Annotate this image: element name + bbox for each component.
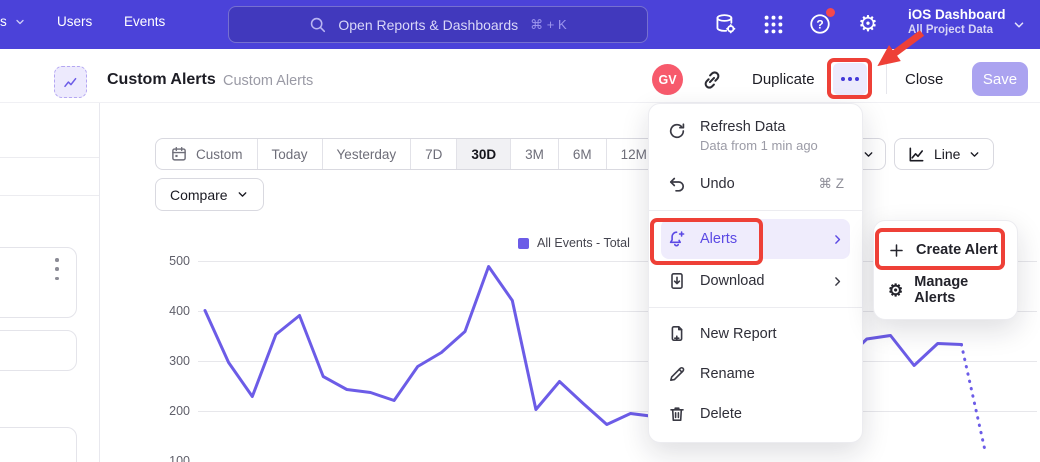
- sidebar-row-divider: [0, 195, 99, 196]
- search-icon: [309, 16, 326, 33]
- data-gear-icon[interactable]: [711, 10, 739, 38]
- gear-icon: ⚙: [888, 282, 903, 299]
- submenu-item-label: Create Alert: [916, 242, 998, 258]
- menu-item-label: Rename: [700, 366, 755, 382]
- menu-item-delete[interactable]: Delete: [649, 394, 862, 434]
- menu-item-label: Alerts: [700, 231, 737, 247]
- avatar[interactable]: GV: [652, 64, 683, 95]
- menu-divider: [649, 210, 862, 211]
- refresh-status-text: Data from 1 min ago: [700, 138, 818, 153]
- menu-item-new-report[interactable]: New Report: [649, 314, 862, 354]
- apps-grid-icon[interactable]: [759, 10, 787, 38]
- submenu-item-label: Manage Alerts: [914, 274, 1003, 306]
- link-icon: [700, 68, 724, 92]
- chevron-down-icon: [14, 16, 26, 28]
- sidebar-row-divider: [0, 157, 99, 158]
- chevron-down-icon: [1012, 18, 1026, 32]
- project-scope: All Project Data: [908, 24, 1006, 36]
- submenu-item-manage-alerts[interactable]: ⚙ Manage Alerts: [874, 270, 1017, 310]
- save-button[interactable]: Save: [972, 62, 1028, 96]
- search-input[interactable]: Open Reports & Dashboards ⌘ + K: [228, 6, 648, 43]
- menu-item-alerts[interactable]: Alerts: [649, 217, 862, 261]
- more-options-button[interactable]: [833, 63, 867, 95]
- help-icon[interactable]: ?: [806, 10, 834, 38]
- chevron-right-icon: [831, 275, 844, 288]
- menu-item-label: Download: [700, 273, 765, 289]
- kebab-menu-icon[interactable]: [50, 258, 64, 280]
- download-icon: [667, 271, 687, 291]
- nav-item-events[interactable]: Events: [124, 14, 165, 29]
- sidebar-card[interactable]: [0, 247, 77, 318]
- settings-gear-icon[interactable]: ⚙: [854, 10, 882, 38]
- pencil-icon: [667, 364, 687, 384]
- chevron-right-icon: [831, 233, 844, 246]
- notification-dot: [826, 8, 835, 17]
- menu-item-undo[interactable]: Undo ⌘ Z: [649, 164, 862, 204]
- page-title: Custom Alerts: [107, 71, 216, 89]
- submenu-item-create-alert[interactable]: Create Alert: [874, 230, 1017, 270]
- project-switcher[interactable]: iOS Dashboard All Project Data: [908, 7, 1006, 36]
- search-shortcut: ⌘ + K: [530, 17, 567, 33]
- bell-plus-icon: [667, 229, 687, 249]
- document-plus-icon: [667, 324, 687, 344]
- duplicate-button[interactable]: Duplicate: [752, 71, 815, 88]
- more-options-menu: Refresh Data Data from 1 min ago Undo ⌘ …: [648, 103, 863, 443]
- nav-item-truncated[interactable]: s: [0, 14, 26, 29]
- mini-line-chart-icon: [62, 74, 79, 91]
- chart-line-dotted-segment: [961, 345, 985, 451]
- menu-item-label: Refresh Data: [700, 119, 818, 135]
- undo-icon: [667, 174, 687, 194]
- app-window: 500400300200100 All Events - Total Custo…: [0, 0, 1040, 462]
- project-name: iOS Dashboard: [908, 7, 1006, 22]
- menu-item-label: New Report: [700, 326, 777, 342]
- undo-shortcut: ⌘ Z: [819, 176, 845, 192]
- close-button[interactable]: Close: [905, 71, 943, 88]
- refresh-icon: [667, 121, 687, 141]
- menu-item-download[interactable]: Download: [649, 261, 862, 301]
- plus-icon: [888, 242, 905, 259]
- menu-item-refresh-data[interactable]: Refresh Data Data from 1 min ago: [649, 112, 862, 164]
- search-placeholder: Open Reports & Dashboards: [338, 17, 518, 33]
- nav-item-users[interactable]: Users: [57, 14, 92, 29]
- header-divider: [886, 63, 887, 94]
- top-navigation-bar: s Users Events Open Reports & Dashboards…: [0, 0, 1040, 49]
- menu-item-label: Undo: [700, 176, 735, 192]
- copy-link-button[interactable]: [700, 68, 724, 92]
- menu-item-rename[interactable]: Rename: [649, 354, 862, 394]
- breadcrumb: Custom Alerts: [223, 73, 313, 89]
- menu-divider: [649, 307, 862, 308]
- alerts-submenu: Create Alert ⚙ Manage Alerts: [873, 220, 1018, 320]
- svg-text:?: ?: [816, 17, 823, 31]
- more-options-icon: [841, 77, 845, 81]
- report-type-icon: [54, 66, 87, 98]
- sidebar-card[interactable]: [0, 427, 77, 462]
- trash-icon: [667, 404, 687, 424]
- menu-item-label: Delete: [700, 406, 742, 422]
- sidebar-card[interactable]: [0, 330, 77, 371]
